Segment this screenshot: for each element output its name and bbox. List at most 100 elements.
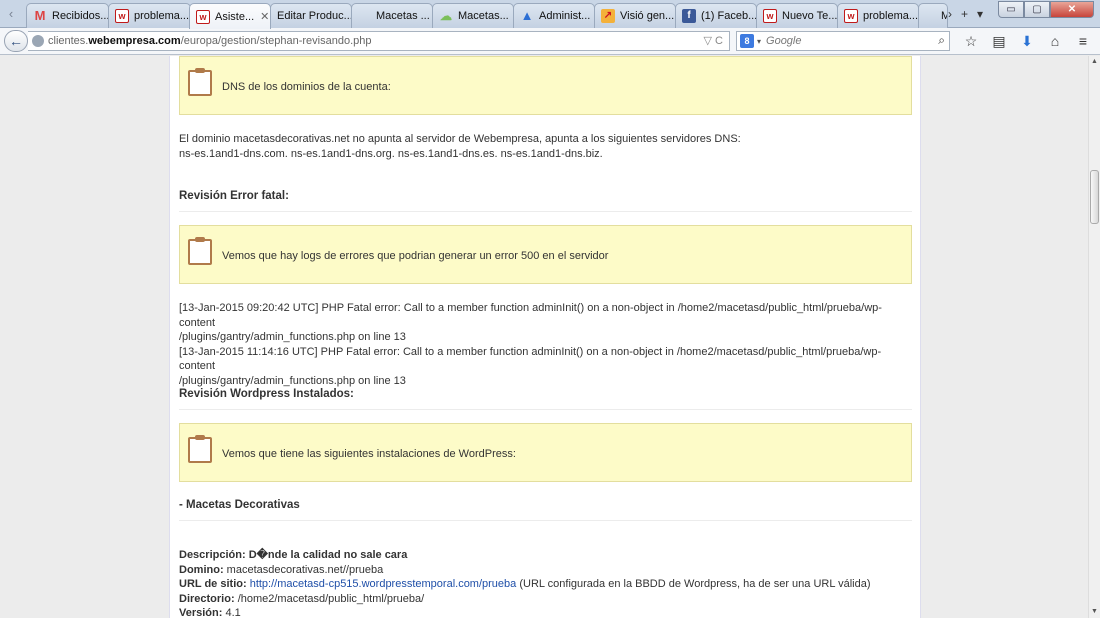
tab-scroll-right-button[interactable]: › <box>948 7 952 21</box>
tab-facebook[interactable]: f (1) Faceb... <box>675 3 757 28</box>
notice-box-error: Vemos que hay logs de errores que podria… <box>179 225 912 284</box>
webempresa-icon: w <box>763 9 777 23</box>
domain-value: macetasdecorativas.net//prueba <box>226 563 384 576</box>
tab-analytics[interactable]: ↗ Visió gen... <box>594 3 676 28</box>
tab-macetas[interactable]: Macetas ... <box>351 3 433 28</box>
directory-value: /home2/macetasd/public_html/prueba/ <box>237 592 425 605</box>
url-host: webempresa.com <box>88 35 181 47</box>
scroll-up-button[interactable]: ▲ <box>1089 56 1100 68</box>
reader-icon[interactable]: ▤ <box>985 31 1013 51</box>
tab-label: M <box>941 10 947 22</box>
log-line: /plugins/gantry/admin_functions.php on l… <box>179 374 406 387</box>
toolbar-icons: ☆ ▤ ⬇ ⌂ ≡ <box>957 31 1097 51</box>
log-line: [13-Jan-2015 11:14:16 UTC] PHP Fatal err… <box>179 345 882 373</box>
navigation-bar: ← clientes. webempresa.com /europa/gesti… <box>0 28 1100 55</box>
tab-overflow[interactable]: M <box>918 3 948 28</box>
tab-label: problema... <box>134 10 190 22</box>
facebook-icon: f <box>682 9 696 23</box>
adwords-icon: ▲ <box>520 8 534 23</box>
analytics-icon: ↗ <box>601 9 615 23</box>
tab-editar-producto[interactable]: Editar Produc... <box>270 3 352 28</box>
tab-label: Administ... <box>539 10 591 22</box>
tab-label: Editar Produc... <box>277 10 352 22</box>
tab-label: Visió gen... <box>620 10 675 22</box>
scroll-down-button[interactable]: ▼ <box>1089 606 1100 618</box>
site-url-link[interactable]: http://macetasd-cp515.wordpresstemporal.… <box>250 578 517 590</box>
version-label: Versión: <box>179 607 223 618</box>
description-value: D�nde la calidad no sale cara <box>248 549 408 561</box>
gmail-icon: M <box>34 8 46 23</box>
tab-gmail[interactable]: M Recibidos... <box>26 3 109 28</box>
notice-text: Vemos que tiene las siguientes instalaci… <box>222 447 516 460</box>
close-tab-icon[interactable]: ✕ <box>260 10 269 23</box>
description-label: Descripción: <box>179 549 246 561</box>
tab-label: problema... <box>863 10 919 22</box>
directory-label: Directorio: <box>179 592 235 605</box>
reload-icon[interactable]: ▽ C <box>704 32 723 50</box>
dns-paragraph: El dominio macetasdecorativas.net no apu… <box>179 132 914 161</box>
content-panel: DNS de los dominios de la cuenta: El dom… <box>169 56 921 618</box>
tab-macetas-cloud[interactable]: ☁ Macetas... <box>432 3 514 28</box>
section-heading-wordpress: Revisión Wordpress Instalados: <box>179 388 912 410</box>
search-icon[interactable]: ⌕ <box>938 33 945 48</box>
version-value: 4.1 <box>225 607 241 618</box>
close-window-button[interactable]: ✕ <box>1050 1 1094 18</box>
address-bar[interactable]: clientes. webempresa.com /europa/gestion… <box>28 31 730 51</box>
tab-label: Nuevo Te... <box>782 10 838 22</box>
webempresa-icon: w <box>844 9 858 23</box>
log-line: [13-Jan-2015 09:20:42 UTC] PHP Fatal err… <box>179 302 882 329</box>
tab-nuevo-tema[interactable]: w Nuevo Te... <box>756 3 838 28</box>
url-subdomain: clientes. <box>48 35 89 47</box>
notice-box-dns: DNS de los dominios de la cuenta: <box>179 56 912 115</box>
menu-icon[interactable]: ≡ <box>1069 31 1097 51</box>
search-bar[interactable]: 8 ▾ Google ⌕ <box>736 31 950 51</box>
tab-list-button[interactable]: ▾ <box>977 7 983 21</box>
tab-scroll-left-button[interactable]: ‹ <box>0 4 22 24</box>
tab-label: Recibidos... <box>52 10 109 22</box>
dns-servers: ns-es.1and1-dns.com. ns-es.1and1-dns.org… <box>179 147 603 160</box>
minimize-button[interactable]: ▭ <box>998 1 1024 18</box>
chevron-down-icon[interactable]: ▾ <box>757 37 761 46</box>
tab-label: Asiste... <box>215 10 255 23</box>
tab-label: Macetas... <box>458 10 509 22</box>
clipboard-icon <box>188 67 212 96</box>
detail-row: URL de sitio: http://macetasd-cp515.word… <box>179 577 914 592</box>
tab-problema[interactable]: w problema... <box>108 3 191 28</box>
tab-tools: › + ▾ <box>948 4 983 24</box>
back-button[interactable]: ← <box>4 30 28 52</box>
section-heading-error: Revisión Error fatal: <box>179 190 912 212</box>
site-heading: - Macetas Decorativas <box>179 499 912 521</box>
webempresa-icon: w <box>115 9 129 23</box>
scrollbar-thumb[interactable] <box>1090 170 1099 224</box>
log-line: /plugins/gantry/admin_functions.php on l… <box>179 331 406 343</box>
site-url-note: (URL configurada en la BBDD de Wordpress… <box>519 578 871 590</box>
home-icon[interactable]: ⌂ <box>1041 31 1069 51</box>
error-log: [13-Jan-2015 09:20:42 UTC] PHP Fatal err… <box>179 301 914 388</box>
bookmark-star-icon[interactable]: ☆ <box>957 31 985 51</box>
vertical-scrollbar[interactable]: ▲ ▼ <box>1088 56 1100 618</box>
detail-row: Descripción: D�nde la calidad no sale ca… <box>179 548 914 563</box>
window-controls: ▭ ▢ ✕ <box>998 1 1094 18</box>
tab-label: (1) Faceb... <box>701 10 757 22</box>
dns-line: El dominio macetasdecorativas.net no apu… <box>179 133 741 145</box>
tab-adwords[interactable]: ▲ Administ... <box>513 3 595 28</box>
site-details: Descripción: D�nde la calidad no sale ca… <box>179 548 914 618</box>
page-viewport: DNS de los dominios de la cuenta: El dom… <box>0 56 1088 618</box>
maximize-button[interactable]: ▢ <box>1024 1 1050 18</box>
tab-problema-2[interactable]: w problema... <box>837 3 919 28</box>
cloud-icon: ☁ <box>440 9 452 23</box>
detail-row: Domino: macetasdecorativas.net//prueba <box>179 563 914 578</box>
detail-row: Versión: 4.1 <box>179 606 914 618</box>
notice-box-wordpress: Vemos que tiene las siguientes instalaci… <box>179 423 912 482</box>
webempresa-icon: w <box>196 9 210 24</box>
clipboard-icon <box>188 236 212 265</box>
download-icon[interactable]: ⬇ <box>1013 31 1041 51</box>
tab-asistencia[interactable]: w Asiste... ✕ <box>189 3 271 29</box>
google-engine-icon[interactable]: 8 <box>740 34 754 48</box>
notice-text: Vemos que hay logs de errores que podria… <box>222 249 609 262</box>
search-input[interactable]: Google <box>766 35 801 47</box>
new-tab-button[interactable]: + <box>961 7 968 21</box>
clipboard-icon <box>188 434 212 463</box>
tab-label: Macetas ... <box>376 10 430 22</box>
url-path: /europa/gestion/stephan-revisando.php <box>180 35 372 47</box>
